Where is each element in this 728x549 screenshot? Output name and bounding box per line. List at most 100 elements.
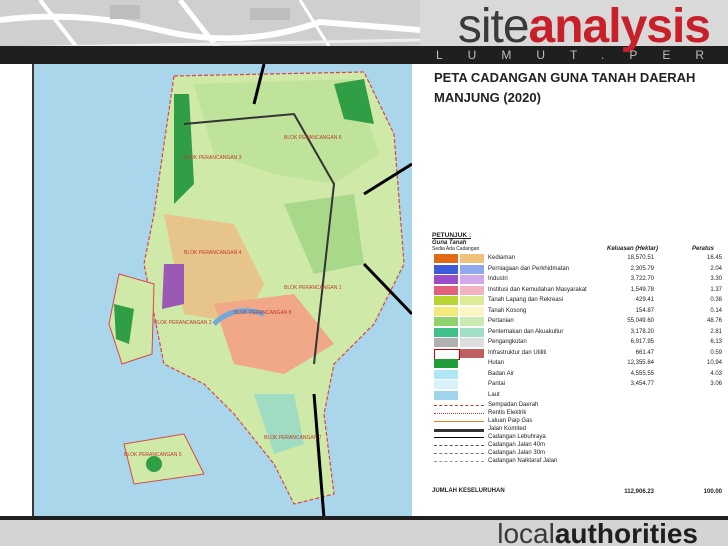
legend-swatch-proposed <box>460 317 484 326</box>
legend-swatch-existing <box>434 275 458 284</box>
legend-percent: 10.94 <box>706 360 722 366</box>
legend-row: Laut <box>432 390 722 401</box>
legend-percent: 3.06 <box>710 381 722 387</box>
map-block-label: BLOK PERANCANGAN 5 <box>124 452 182 458</box>
legend-row: Tanah Lapang dan Rekreasi 429.41 0.38 <box>432 296 722 306</box>
legend-row: Infrastruktur dan Utiliti 661.47 0.59 <box>432 348 722 360</box>
legend-swatch-proposed <box>460 306 484 316</box>
landuse-map: BLOK PERANCANGAN 6 BLOK PERANCANGAN 3 BL… <box>32 63 414 519</box>
legend-area: 1,549.78 <box>630 286 654 293</box>
legend-line-symbol <box>434 461 484 462</box>
legend-swatch-existing <box>434 306 458 316</box>
legend-label: Laut <box>488 391 500 398</box>
legend-line-label: Cadangan Naiktaraf Jalan <box>488 458 558 464</box>
legend-line-symbol <box>434 453 484 454</box>
legend-swatch-proposed <box>460 348 484 358</box>
legend-swatch-existing <box>434 369 458 379</box>
legend-swatch-proposed <box>460 285 484 295</box>
legend-line-label: Cadangan Lebuhraya <box>488 434 546 440</box>
legend-swatch-existing <box>434 317 458 326</box>
legend-area: 18,570.51 <box>627 255 654 261</box>
legend-row: Kediaman 18,570.51 16.45 <box>432 254 722 264</box>
legend-row: Badan Air 4,555.55 4.03 <box>432 369 722 380</box>
legend-swatch-existing <box>434 380 458 389</box>
legend-area: 3,722.70 <box>630 276 654 282</box>
legend-area: 12,355.84 <box>627 360 654 366</box>
legend-swatch-existing <box>434 296 458 305</box>
map-block-label: BLOK PERANCANGAN 4 <box>184 250 242 256</box>
legend-line-label: Laluan Paip Gas <box>488 418 533 424</box>
legend-area: 3,178.20 <box>630 328 654 335</box>
legend-col-area: Keluasan (Hektar) <box>607 246 659 252</box>
legend-line-row: Cadangan Naiktaraf Jalan <box>432 457 722 467</box>
legend-line-label: Rentis Elektrik <box>488 410 527 416</box>
legend-row: Industri 3,722.70 3.30 <box>432 275 722 285</box>
legend-line-label: Cadangan Jalan 40m <box>488 442 546 448</box>
legend-line-label: Jalan Komited <box>488 426 527 432</box>
map-graphic: BLOK PERANCANGAN 6 BLOK PERANCANGAN 3 BL… <box>34 63 414 519</box>
legend-line-label: Sempadan Daerah <box>488 402 539 408</box>
legend-percent: 48.76 <box>706 318 722 324</box>
map-legend: PETUNJUK : Guna Tanah Sedia Ada Cadangan… <box>432 232 722 500</box>
legend-area: 55,049.60 <box>627 318 654 324</box>
legend-line-symbol <box>434 437 484 438</box>
legend-label: Hutan <box>488 360 505 366</box>
legend-area: 2,305.79 <box>630 265 654 272</box>
legend-swatch-proposed <box>460 264 484 274</box>
legend-row: Tanah Kosong 154.87 0.14 <box>432 306 722 317</box>
map-block-label: BLOK PERANCANGAN 7 <box>264 435 322 441</box>
legend-title: PETUNJUK : <box>432 232 472 239</box>
legend-label: Tanah Lapang dan Rekreasi <box>488 297 564 303</box>
legend-swatch-existing <box>434 390 458 400</box>
legend-swatch-proposed <box>460 338 484 347</box>
map-block-label: BLOK PERANCANGAN 3 <box>184 155 242 161</box>
legend-row: Institusi dan Kemudahan Masyarakat 1,549.… <box>432 285 722 296</box>
legend-line-symbol <box>434 429 484 432</box>
legend-swatch-proposed <box>460 327 484 337</box>
legend-swatch-existing <box>434 254 458 263</box>
legend-area: 4,555.55 <box>630 370 654 377</box>
legend-total: JUMLAH KESELURUHAN 112,906.23 100.00 <box>432 488 722 495</box>
legend-line-symbol <box>434 421 484 422</box>
legend-percent: 6.13 <box>710 339 722 345</box>
footer-brand-bold: authorities <box>554 518 698 549</box>
legend-swatch-proposed <box>460 296 484 305</box>
legend-percent: 3.30 <box>710 276 722 282</box>
legend-total-pct: 100.00 <box>703 489 722 495</box>
legend-swatch-existing <box>434 359 458 368</box>
header-banner: siteanalysis LUMUT.PERAK <box>0 0 728 64</box>
brand-logo: siteanalysis <box>458 2 711 52</box>
legend-swatch-existing <box>434 327 458 337</box>
legend-percent: 0.38 <box>710 297 722 303</box>
legend-label: Pantai <box>488 381 506 387</box>
legend-area: 3,454.77 <box>630 381 654 387</box>
legend-label: Tanah Kosong <box>488 307 527 314</box>
map-block-label: BLOK PERANCANGAN 6 <box>284 135 342 141</box>
legend-percent: 2.04 <box>710 265 722 272</box>
legend-percent: 0.14 <box>710 307 722 314</box>
legend-subheads: Sedia Ada Cadangan <box>432 246 480 252</box>
legend-swatch-existing <box>434 264 458 274</box>
legend-line-symbol <box>434 405 484 406</box>
legend-area: 6,917.95 <box>630 339 654 345</box>
legend-row: Pengangkutan 6,917.95 6.13 <box>432 338 722 348</box>
legend-label: Pengangkutan <box>488 339 527 345</box>
legend-label: Kediaman <box>488 255 516 261</box>
legend-swatch-proposed <box>460 275 484 284</box>
footer-brand-light: local <box>497 518 555 549</box>
legend-percent: 1.37 <box>710 286 722 293</box>
map-block-label: BLOK PERANCANGAN 1 <box>284 285 342 291</box>
legend-label: Infrastruktur dan Utiliti <box>488 349 547 356</box>
legend-row: Pertanian 55,049.60 48.76 <box>432 317 722 327</box>
legend-percent: 0.59 <box>710 349 722 356</box>
legend-swatch-existing <box>434 285 458 295</box>
legend-percent: 4.03 <box>710 370 722 377</box>
legend-label: Penternakan dan Akuakultur <box>488 328 564 335</box>
legend-row: Pantai 3,454.77 3.06 <box>432 380 722 390</box>
footer-brand: localauthorities <box>497 520 698 548</box>
slide-title: PETA CADANGAN GUNA TANAH DAERAH MANJUNG … <box>434 70 696 105</box>
legend-label: Pertanian <box>488 318 514 324</box>
legend-label: Perniagaan dan Perkhidmatan <box>488 265 570 272</box>
legend-swatch-proposed <box>460 254 484 263</box>
legend-label: Institusi dan Kemudahan Masyarakat <box>488 286 587 293</box>
